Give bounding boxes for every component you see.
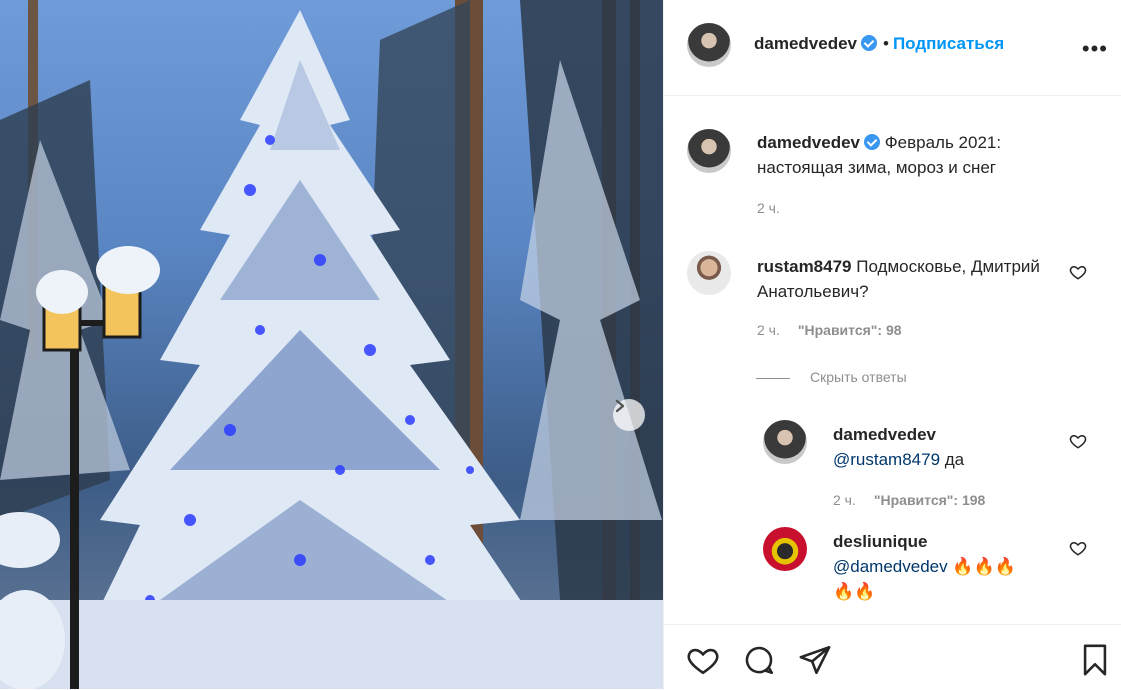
comment-likes[interactable]: "Нравится": 98 [798, 322, 902, 338]
next-photo-button[interactable] [613, 399, 645, 431]
divider-line [756, 377, 790, 379]
snowy-fir-tree-image [0, 0, 663, 689]
comment-username[interactable]: rustam8479 [757, 257, 852, 276]
reply-meta: 2 ч. "Нравится": 198 [833, 492, 985, 508]
caption-username[interactable]: damedvedev [757, 133, 860, 152]
comment-meta: 2 ч. "Нравится": 98 [757, 322, 902, 338]
heart-icon[interactable] [1069, 432, 1087, 450]
reply-author-avatar[interactable] [763, 527, 807, 571]
caption: damedvedev Февраль 2021: настоящая зима,… [757, 130, 1077, 180]
reply-text-continued: 🔥🔥 [833, 582, 876, 601]
heart-icon[interactable] [1069, 263, 1087, 281]
post-detail-panel: damedvedev • Подписаться ••• damedvedev Фе… [663, 0, 1121, 689]
more-options-icon[interactable]: ••• [1082, 36, 1108, 62]
heart-icon[interactable] [686, 643, 720, 677]
follow-button[interactable]: Подписаться [893, 34, 1004, 53]
reply-mention[interactable]: @damedvedev [833, 557, 948, 576]
reply: desliunique @damedvedev 🔥🔥🔥 🔥🔥 [833, 529, 1073, 604]
comment-time[interactable]: 2 ч. [757, 322, 780, 338]
author-username[interactable]: damedvedev [754, 34, 857, 53]
reply-time[interactable]: 2 ч. [833, 492, 856, 508]
bookmark-icon[interactable] [1078, 643, 1112, 677]
author-avatar[interactable] [687, 23, 731, 67]
commenter-avatar[interactable] [687, 251, 731, 295]
post-photo[interactable] [0, 0, 663, 689]
reply-likes[interactable]: "Нравится": 198 [874, 492, 985, 508]
caption-author-avatar[interactable] [687, 129, 731, 173]
chevron-right-icon [615, 399, 625, 413]
reply-username[interactable]: desliunique [833, 532, 927, 551]
reply-mention[interactable]: @rustam8479 [833, 450, 940, 469]
hide-replies-label: Скрыть ответы [810, 369, 907, 385]
reply-text: 🔥🔥🔥 [947, 557, 1016, 576]
hide-replies-button[interactable]: Скрыть ответы [756, 369, 907, 385]
caption-time[interactable]: 2 ч. [757, 200, 780, 216]
reply-text: да [940, 450, 965, 469]
author-line: damedvedev • Подписаться [754, 34, 1004, 54]
reply: damedvedev @rustam8479 да [833, 422, 1073, 472]
action-bar [664, 624, 1121, 690]
reply-username[interactable]: damedvedev [833, 425, 936, 444]
comment: rustam8479 Подмосковье, Дмитрий Анатолье… [757, 254, 1057, 304]
comment-icon[interactable] [742, 643, 776, 677]
separator-dot: • [883, 34, 889, 53]
post-header: damedvedev • Подписаться ••• [664, 0, 1121, 96]
share-icon[interactable] [798, 643, 832, 677]
verified-badge-icon [861, 35, 877, 51]
reply-author-avatar[interactable] [763, 420, 807, 464]
verified-badge-icon [864, 134, 880, 150]
heart-icon[interactable] [1069, 539, 1087, 557]
